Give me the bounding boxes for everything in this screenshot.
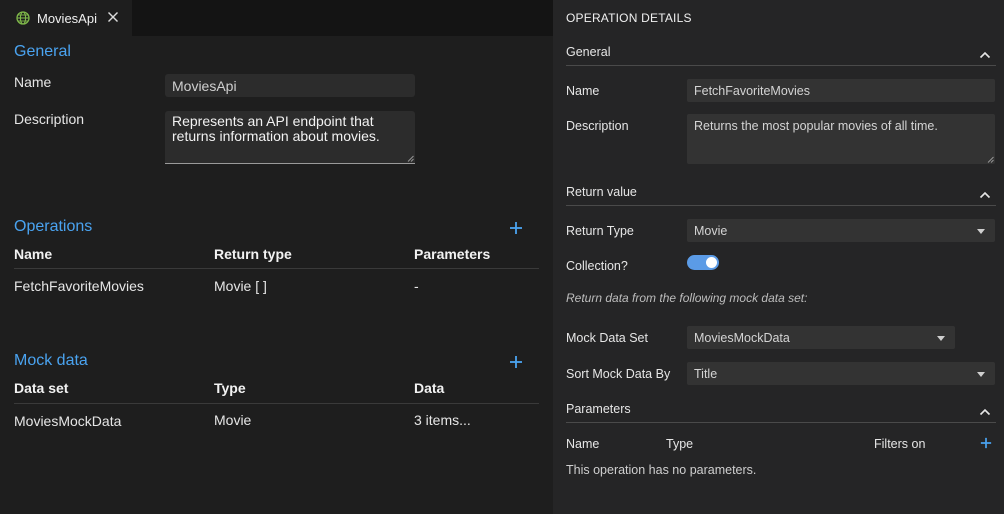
general-section-title: General — [14, 43, 71, 60]
mock-data-count[interactable]: 3 items... — [414, 412, 471, 428]
panel-title: OPERATION DETAILS — [566, 11, 692, 25]
mock-col-data-set: Data set — [14, 380, 69, 396]
description-text: Represents an API endpoint that returns … — [172, 113, 380, 144]
operation-description-text: Returns the most popular movies of all t… — [694, 119, 938, 133]
operations-col-parameters: Parameters — [414, 246, 491, 262]
collection-label: Collection? — [566, 259, 628, 273]
operation-description-textarea[interactable]: Returns the most popular movies of all t… — [687, 114, 995, 164]
chevron-up-icon[interactable] — [979, 408, 991, 416]
return-value-divider — [566, 205, 996, 206]
mock-data-set-label: Mock Data Set — [566, 331, 648, 345]
operation-details-panel: OPERATION DETAILS General Name FetchFavo… — [553, 0, 1004, 514]
parameters-col-type: Type — [666, 437, 694, 451]
name-input[interactable]: MoviesApi — [165, 74, 415, 97]
operations-header-divider — [14, 268, 539, 269]
operation-parameters: - — [414, 278, 419, 294]
parameters-divider — [566, 422, 996, 423]
chevron-down-icon — [977, 372, 985, 377]
details-general-heading[interactable]: General — [566, 45, 610, 59]
mock-data-section-title: Mock data — [14, 352, 88, 369]
chevron-down-icon — [977, 229, 985, 234]
mock-hint-text: Return data from the following mock data… — [566, 291, 808, 305]
globe-icon — [16, 11, 30, 25]
details-name-label: Name — [566, 84, 600, 98]
description-textarea[interactable]: Represents an API endpoint that returns … — [165, 111, 415, 164]
sort-mock-label: Sort Mock Data By — [566, 367, 671, 381]
return-type-value: Movie — [694, 224, 728, 238]
details-description-label: Description — [566, 119, 629, 133]
add-mock-data-icon[interactable] — [509, 355, 523, 369]
parameters-heading[interactable]: Parameters — [566, 402, 631, 416]
toggle-knob — [706, 257, 717, 268]
chevron-up-icon[interactable] — [979, 191, 991, 199]
sort-mock-value: Title — [694, 367, 718, 381]
parameters-empty-message: This operation has no parameters. — [566, 463, 757, 477]
tab-moviesapi[interactable]: MoviesApi — [0, 0, 132, 36]
general-divider — [566, 65, 996, 66]
return-type-select[interactable]: Movie — [687, 219, 995, 242]
parameters-col-name: Name — [566, 437, 600, 451]
chevron-down-icon — [937, 336, 945, 341]
resize-grip-icon[interactable] — [987, 156, 994, 163]
mock-data-set: MoviesMockData — [14, 413, 122, 429]
sort-mock-select[interactable]: Title — [687, 362, 995, 385]
mock-data-set-select[interactable]: MoviesMockData — [687, 326, 955, 349]
name-label: Name — [14, 74, 52, 90]
return-value-heading[interactable]: Return value — [566, 185, 637, 199]
mock-data-set-value: MoviesMockData — [694, 331, 790, 345]
operation-return-type: Movie [ ] — [214, 278, 267, 294]
return-type-label: Return Type — [566, 224, 634, 238]
description-label: Description — [14, 111, 85, 127]
tab-bar: MoviesApi — [0, 0, 553, 36]
tab-label: MoviesApi — [37, 11, 97, 26]
resize-grip-icon[interactable] — [407, 155, 414, 162]
operation-name-input[interactable]: FetchFavoriteMovies — [687, 79, 995, 102]
editor-pane: MoviesApi General Name MoviesApi Descrip… — [0, 0, 553, 514]
operation-name: FetchFavoriteMovies — [14, 278, 144, 294]
mock-col-data: Data — [414, 380, 445, 396]
collection-toggle[interactable] — [687, 255, 719, 270]
operations-col-return-type: Return type — [214, 246, 292, 262]
operations-section-title: Operations — [14, 218, 93, 235]
add-parameter-icon[interactable] — [980, 437, 992, 449]
mock-header-divider — [14, 403, 539, 404]
operations-col-name: Name — [14, 246, 53, 262]
mock-col-type: Type — [214, 380, 246, 396]
add-operation-icon[interactable] — [509, 221, 523, 235]
chevron-up-icon[interactable] — [979, 51, 991, 59]
parameters-col-filters: Filters on — [874, 437, 926, 451]
close-icon[interactable] — [106, 10, 120, 24]
mock-type: Movie — [214, 412, 252, 428]
